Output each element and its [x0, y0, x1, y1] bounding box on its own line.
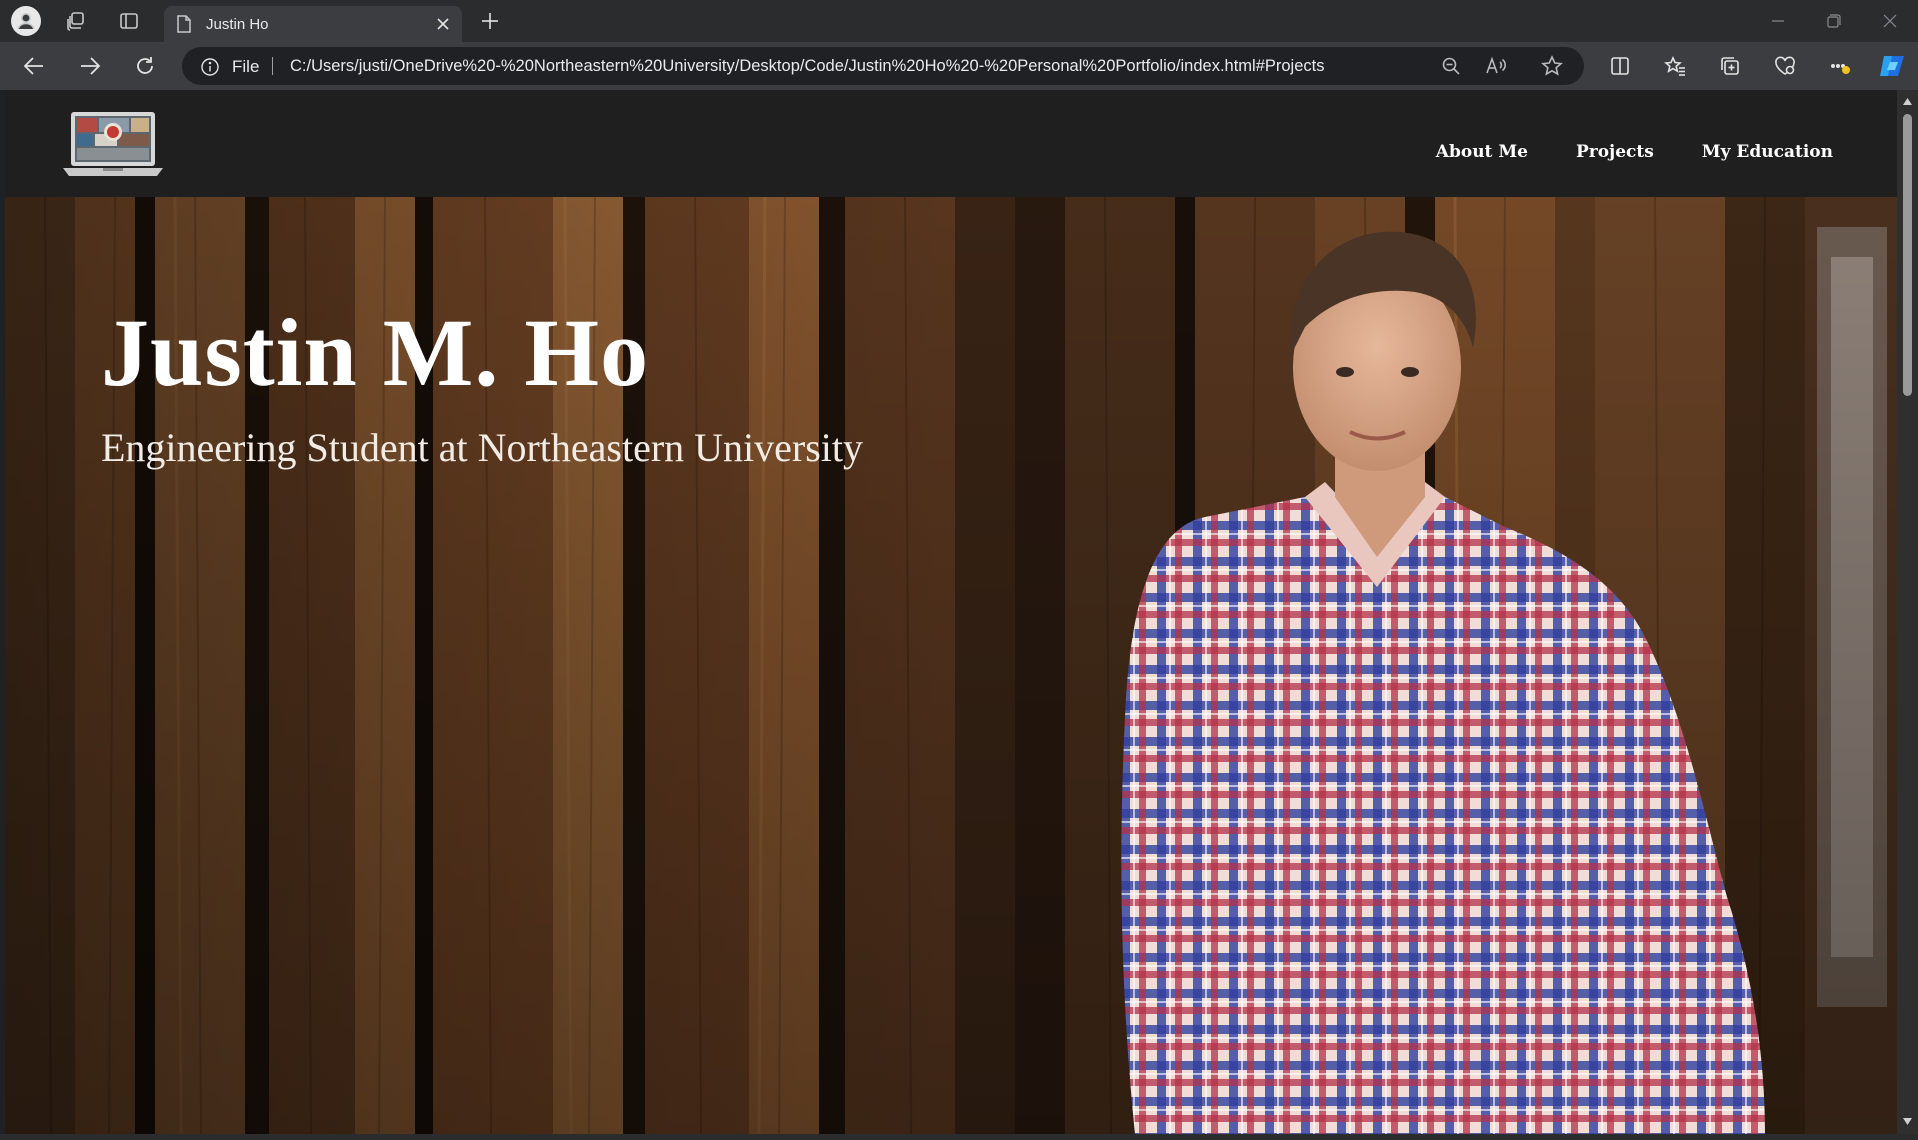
new-tab-icon[interactable]	[474, 6, 506, 36]
profile-button[interactable]	[10, 6, 42, 36]
page-icon	[176, 15, 192, 38]
window-bottom-edge	[0, 1134, 1918, 1140]
scheme-label: File	[232, 57, 260, 76]
laptop-logo-icon[interactable]	[63, 110, 163, 178]
profile-avatar-icon	[11, 6, 41, 36]
scrollbar-thumb[interactable]	[1903, 114, 1912, 396]
page-scrollbar[interactable]	[1897, 90, 1918, 1134]
nav-link-projects[interactable]: Projects	[1576, 142, 1654, 162]
split-screen-icon[interactable]	[1602, 50, 1638, 82]
site-info-icon[interactable]	[200, 57, 220, 82]
url-text[interactable]: C:/Users/justi/OneDrive%20-%20Northeaste…	[290, 57, 1324, 76]
back-arrow-icon[interactable]	[16, 50, 52, 82]
favorites-icon[interactable]	[1657, 50, 1693, 82]
refresh-icon[interactable]	[127, 50, 163, 82]
close-window-icon[interactable]	[1862, 0, 1918, 42]
browser-toolbar: File C:/Users/justi/OneDrive%20-%20North…	[0, 42, 1918, 90]
hero-section: Justin M. Ho Engineering Student at Nort…	[5, 197, 1897, 1134]
nav-link-about-me[interactable]: About Me	[1436, 142, 1528, 162]
address-divider	[272, 57, 273, 75]
site-navbar: About Me Projects My Education	[5, 90, 1897, 197]
scroll-up-arrow-icon[interactable]	[1902, 96, 1913, 107]
site-menu: About Me Projects My Education	[1436, 142, 1833, 162]
read-aloud-icon[interactable]	[1482, 53, 1510, 79]
scroll-down-arrow-icon[interactable]	[1902, 1116, 1913, 1127]
restore-icon[interactable]	[1806, 0, 1862, 42]
copilot-icon[interactable]	[1874, 50, 1910, 82]
collections-icon[interactable]	[1712, 50, 1748, 82]
forward-arrow-icon[interactable]	[72, 50, 108, 82]
minimize-icon[interactable]	[1750, 0, 1806, 42]
address-bar[interactable]: File C:/Users/justi/OneDrive%20-%20North…	[182, 47, 1584, 85]
browser-essentials-icon[interactable]	[1767, 50, 1803, 82]
page-viewport: Justin M. Ho Engineering Student at Nort…	[5, 90, 1897, 1134]
browser-tab-bar: Justin Ho	[0, 0, 1918, 42]
tab-actions-icon[interactable]	[113, 6, 145, 36]
hero-subtitle: Engineering Student at Northeastern Univ…	[101, 425, 864, 470]
workspaces-icon[interactable]	[60, 6, 92, 36]
zoom-out-icon[interactable]	[1437, 53, 1465, 79]
tab-title: Justin Ho	[206, 16, 269, 33]
nav-link-my-education[interactable]: My Education	[1702, 142, 1833, 162]
more-options-icon[interactable]	[1822, 50, 1858, 82]
browser-tab-active[interactable]: Justin Ho	[164, 6, 462, 42]
hero-title: Justin M. Ho	[101, 299, 650, 406]
favorite-star-icon[interactable]	[1538, 53, 1566, 79]
close-tab-icon[interactable]	[430, 11, 456, 37]
